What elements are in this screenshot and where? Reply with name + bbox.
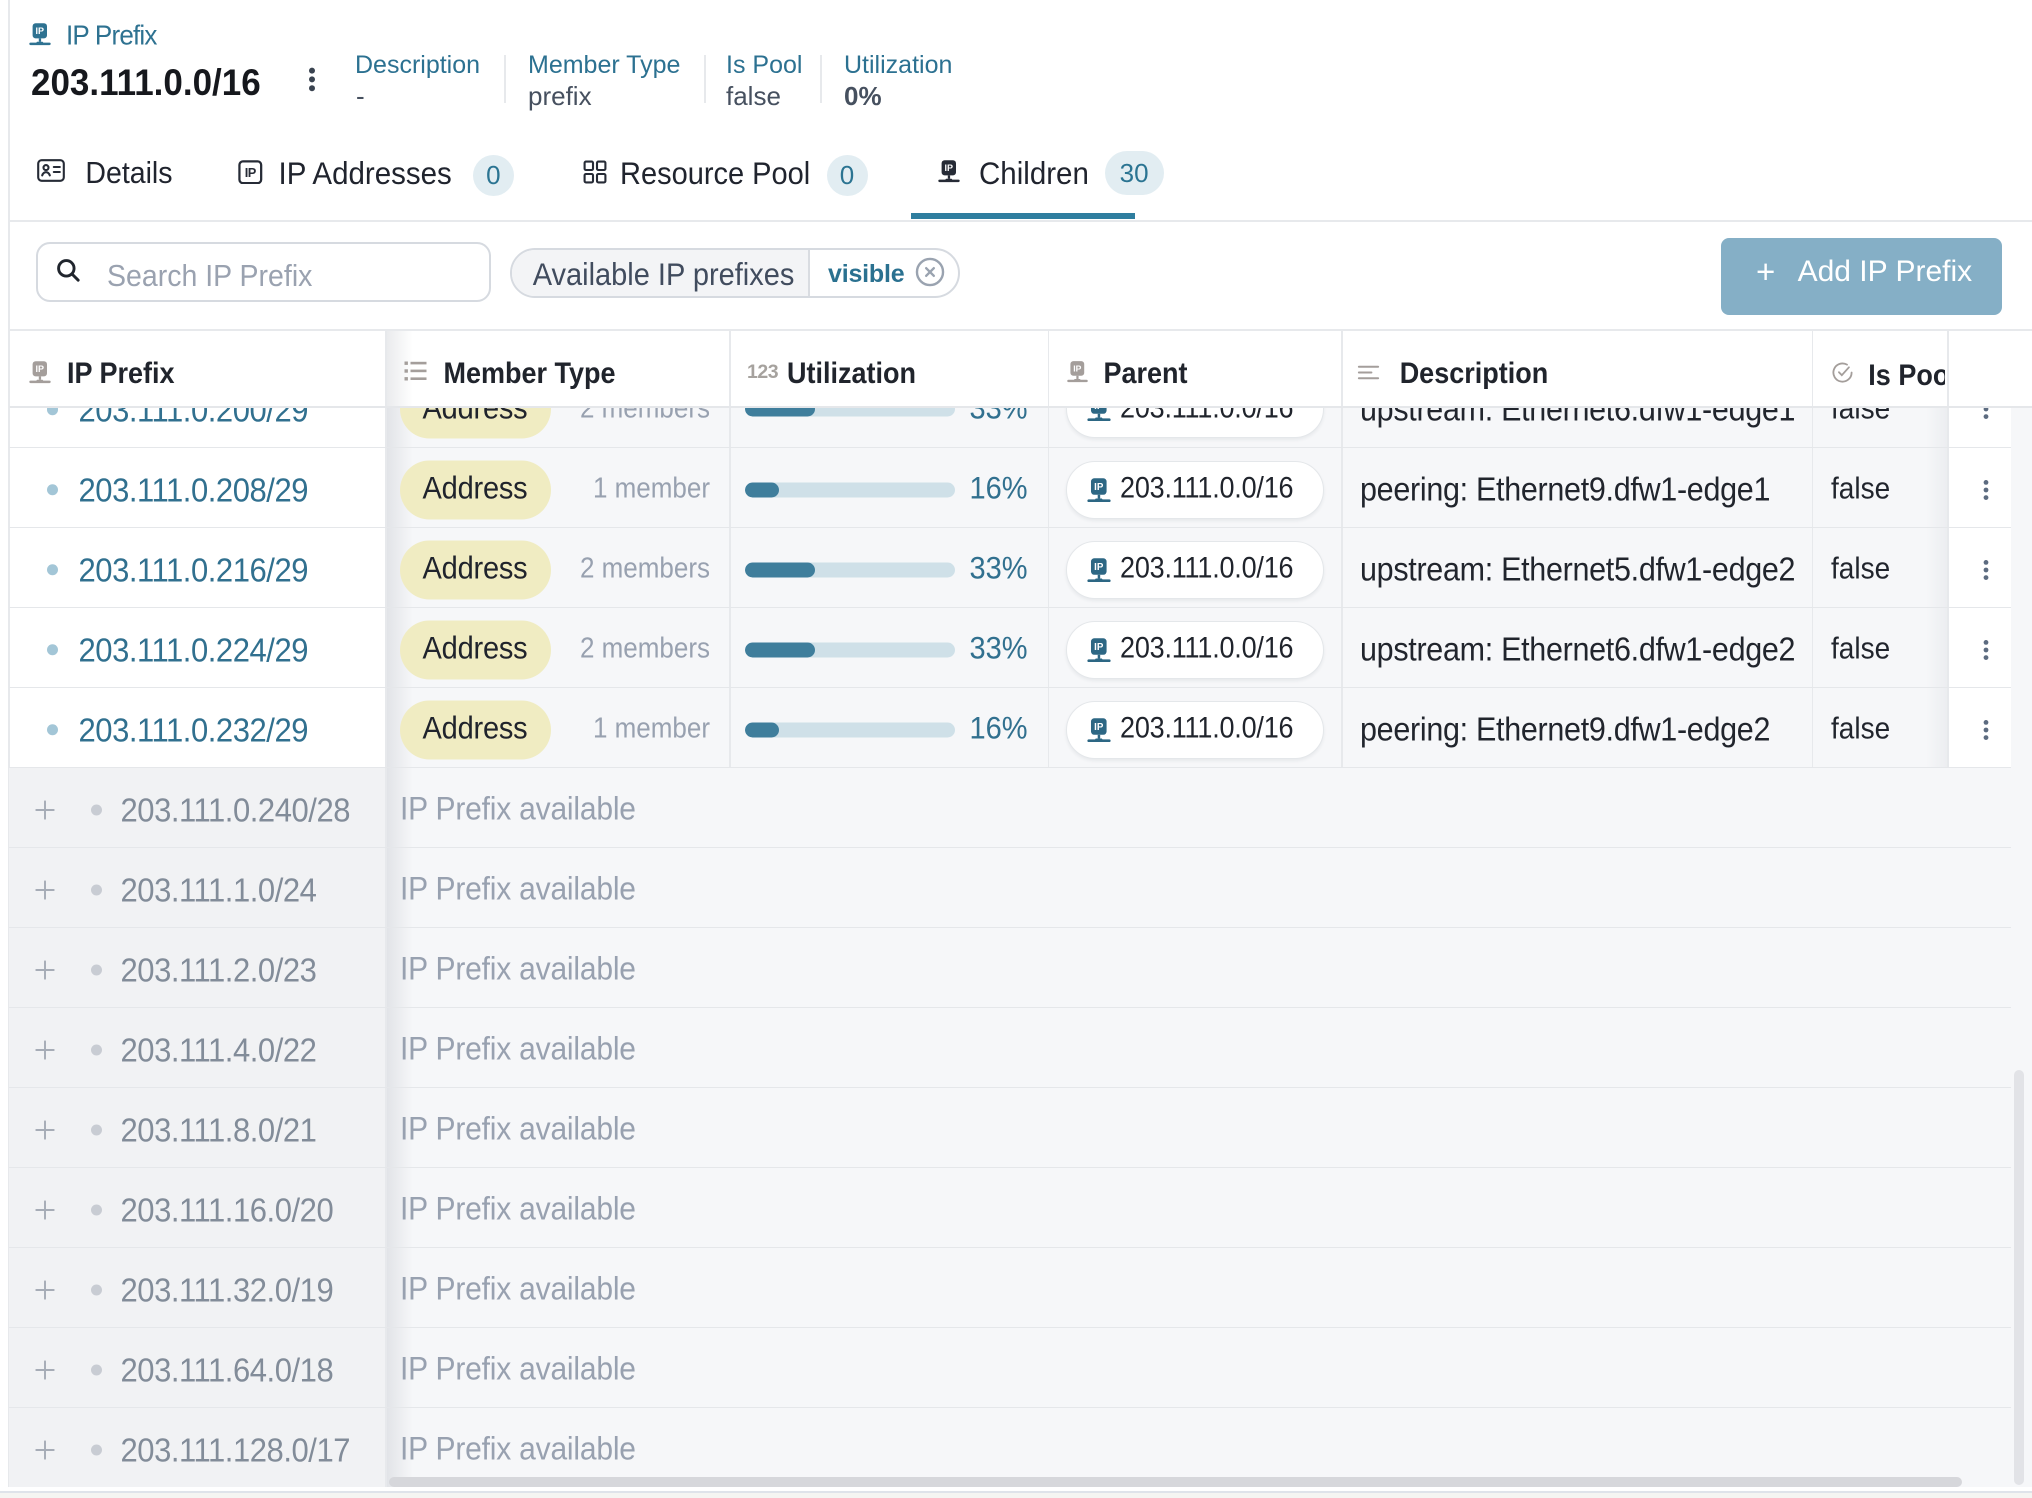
svg-text:IP: IP bbox=[1073, 364, 1081, 374]
svg-text:IP: IP bbox=[1094, 562, 1104, 573]
svg-text:IP: IP bbox=[35, 364, 44, 374]
svg-text:IP: IP bbox=[945, 163, 954, 173]
svg-text:IP: IP bbox=[1094, 482, 1104, 493]
svg-text:IP: IP bbox=[245, 165, 257, 180]
svg-text:IP: IP bbox=[1094, 642, 1104, 653]
svg-text:IP: IP bbox=[36, 26, 45, 36]
svg-text:IP: IP bbox=[1094, 722, 1104, 733]
svg-text:IP: IP bbox=[1094, 407, 1104, 412]
